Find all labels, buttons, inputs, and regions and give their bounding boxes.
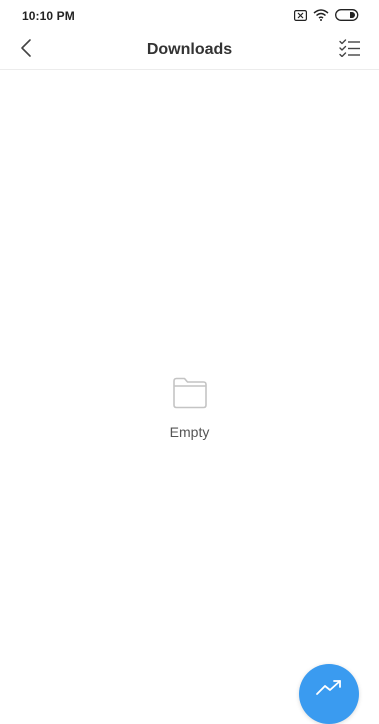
status-time: 10:10 PM xyxy=(22,9,75,23)
checklist-icon xyxy=(339,38,361,62)
select-items-button[interactable] xyxy=(335,36,365,64)
trend-icon xyxy=(315,678,343,696)
floating-action-button[interactable] xyxy=(299,664,359,724)
sim-error-icon xyxy=(294,9,307,21)
empty-label: Empty xyxy=(169,424,210,440)
folder-icon xyxy=(171,376,209,410)
status-icons xyxy=(294,8,360,22)
empty-state: Empty xyxy=(0,376,379,440)
wifi-icon xyxy=(313,9,329,21)
battery-icon xyxy=(335,9,360,21)
chevron-left-icon xyxy=(20,38,32,63)
page-title: Downloads xyxy=(146,41,233,58)
top-app-bar: Downloads xyxy=(0,30,379,70)
back-button[interactable] xyxy=(12,36,40,64)
status-bar: 10:10 PM xyxy=(0,0,379,30)
